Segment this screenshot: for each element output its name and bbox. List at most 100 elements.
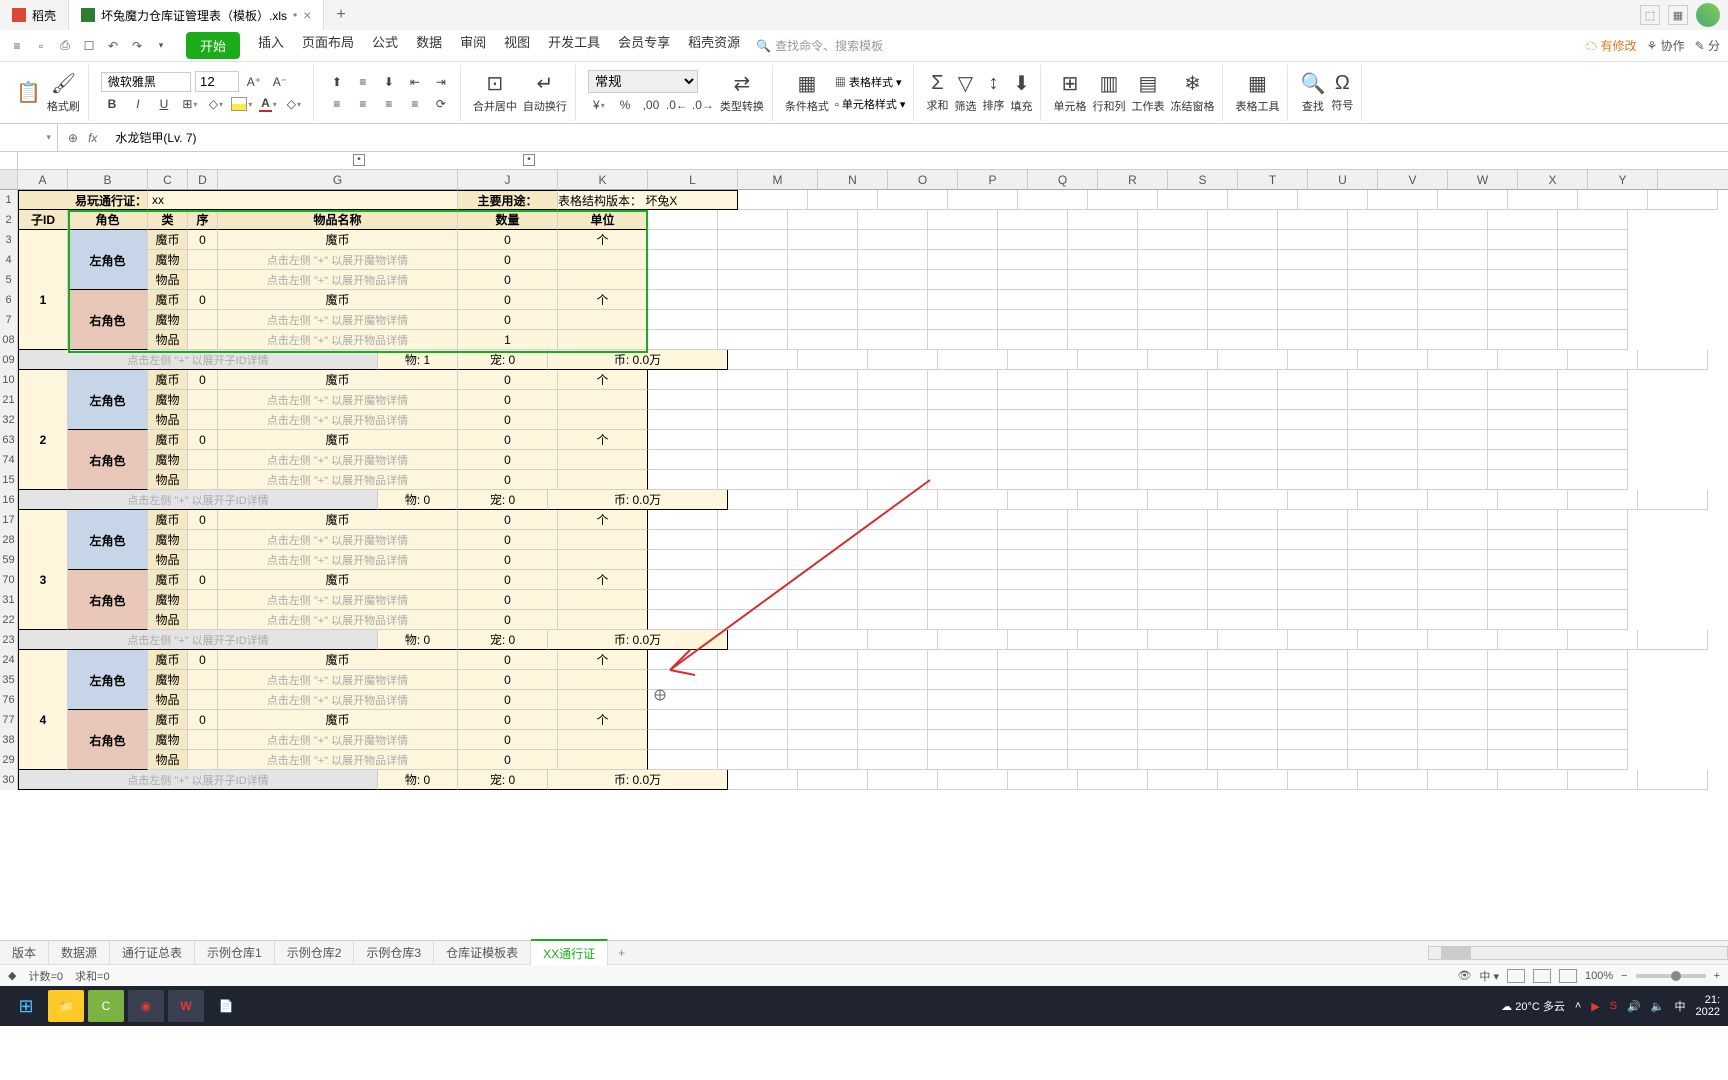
col-D[interactable]: D: [188, 170, 218, 189]
tab-file[interactable]: 坏兔魔力仓库证管理表（模板）.xls • ×: [69, 0, 324, 30]
filter-button[interactable]: ▽筛选: [954, 71, 976, 114]
menu-icon[interactable]: ≡: [8, 39, 26, 53]
col-C[interactable]: C: [148, 170, 188, 189]
fill-color-icon[interactable]: [231, 94, 253, 114]
hscrollbar[interactable]: [1428, 946, 1728, 960]
sheet-tab[interactable]: 仓库证模板表: [434, 940, 531, 965]
tab-home[interactable]: 稻壳: [0, 0, 69, 30]
sheet-tab[interactable]: 版本: [0, 940, 49, 965]
tab-resource[interactable]: 稻壳资源: [688, 32, 740, 59]
align-top-icon[interactable]: ⬆: [326, 72, 348, 92]
formula-input[interactable]: 水龙铠甲(Lv. 7): [107, 129, 1728, 146]
undo-icon[interactable]: ↶: [104, 39, 122, 53]
share-button[interactable]: ✎ 分: [1695, 37, 1720, 54]
conditional-format[interactable]: ▦条件格式: [785, 71, 829, 114]
zoom-in[interactable]: +: [1714, 970, 1720, 982]
coop-button[interactable]: ⚘ 协作: [1646, 37, 1684, 54]
outline-handle[interactable]: •: [353, 154, 365, 166]
col-P[interactable]: P: [958, 170, 1028, 189]
decrease-font-icon[interactable]: A⁻: [269, 72, 291, 92]
tray-volume-icon[interactable]: 🔊: [1627, 1000, 1641, 1013]
name-box[interactable]: [0, 124, 58, 151]
percent-icon[interactable]: %: [614, 95, 636, 115]
rowcol-button[interactable]: ▥行和列: [1092, 71, 1125, 114]
col-R[interactable]: R: [1098, 170, 1168, 189]
grid[interactable]: A B C D G J K L M N O P Q R S T U V W X …: [0, 170, 1728, 940]
tab-start[interactable]: 开始: [186, 32, 240, 59]
col-G[interactable]: G: [218, 170, 458, 189]
sort-button[interactable]: ↕排序: [982, 72, 1004, 113]
close-icon[interactable]: ×: [303, 7, 311, 23]
tab-formula[interactable]: 公式: [372, 32, 398, 59]
window-mode-icon[interactable]: ⬚: [1640, 5, 1660, 25]
command-search[interactable]: 🔍 查找命令、搜索模板: [756, 37, 883, 54]
italic-icon[interactable]: I: [127, 94, 149, 114]
notepad-icon[interactable]: 📄: [208, 990, 244, 1022]
col-N[interactable]: N: [818, 170, 888, 189]
align-left-icon[interactable]: ≡: [326, 94, 348, 114]
col-A[interactable]: A: [18, 170, 68, 189]
align-mid-icon[interactable]: ≡: [352, 72, 374, 92]
add-sheet-button[interactable]: +: [608, 946, 635, 960]
explorer-icon[interactable]: 📁: [48, 990, 84, 1022]
align-right-icon[interactable]: ≡: [378, 94, 400, 114]
col-U[interactable]: U: [1308, 170, 1378, 189]
format-painter[interactable]: 🖌格式刷: [47, 71, 80, 114]
indent-dec-icon[interactable]: ⇤: [404, 72, 426, 92]
comma-icon[interactable]: ,00: [640, 95, 662, 115]
preview-icon[interactable]: ☐: [80, 39, 98, 53]
tray-net-icon[interactable]: 🔈: [1651, 1000, 1665, 1013]
col-T[interactable]: T: [1238, 170, 1308, 189]
number-format-select[interactable]: 常规: [588, 70, 698, 93]
zoom-slider[interactable]: [1636, 974, 1706, 978]
tab-review[interactable]: 审阅: [460, 32, 486, 59]
select-all[interactable]: [0, 170, 18, 189]
new-tab-button[interactable]: +: [324, 6, 357, 24]
col-J[interactable]: J: [458, 170, 558, 189]
tab-member[interactable]: 会员专享: [618, 32, 670, 59]
start-button[interactable]: ⊞: [8, 990, 44, 1022]
sheet-tab[interactable]: 示例仓库3: [354, 940, 434, 965]
cloud-status[interactable]: ☁ 有修改: [1585, 37, 1636, 54]
size-select[interactable]: [195, 71, 239, 92]
view-page-icon[interactable]: [1533, 969, 1551, 983]
cell-style[interactable]: ▫ 单元格样式 ▾: [835, 96, 906, 112]
view-break-icon[interactable]: [1559, 969, 1577, 983]
border-icon[interactable]: ⊞: [179, 94, 201, 114]
tab-dev[interactable]: 开发工具: [548, 32, 600, 59]
sheet-button[interactable]: ▤工作表: [1131, 71, 1164, 114]
col-L[interactable]: L: [648, 170, 738, 189]
window-grid-icon[interactable]: ▦: [1668, 5, 1688, 25]
font-color-icon[interactable]: A: [257, 94, 279, 114]
sheet-tab[interactable]: 数据源: [49, 940, 110, 965]
col-X[interactable]: X: [1518, 170, 1588, 189]
tray-icon[interactable]: S: [1610, 1000, 1617, 1012]
currency-icon[interactable]: ¥: [588, 95, 610, 115]
clear-icon[interactable]: ◇: [283, 94, 305, 114]
type-convert[interactable]: ⇄类型转换: [720, 71, 764, 114]
col-Q[interactable]: Q: [1028, 170, 1098, 189]
align-justify-icon[interactable]: ≡: [404, 94, 426, 114]
tab-layout[interactable]: 页面布局: [302, 32, 354, 59]
tab-insert[interactable]: 插入: [258, 32, 284, 59]
print-icon[interactable]: ⎙: [56, 38, 74, 53]
avatar[interactable]: [1696, 3, 1720, 27]
tabletool-button[interactable]: ▦表格工具: [1235, 71, 1279, 114]
sheet-tab[interactable]: 示例仓库1: [195, 940, 275, 965]
tray-icon[interactable]: ▶: [1591, 1000, 1599, 1013]
tray-chevron-icon[interactable]: ˄: [1575, 1000, 1581, 1012]
fx-icon[interactable]: fx: [88, 131, 97, 145]
sheet-tab[interactable]: 通行证总表: [110, 940, 195, 965]
font-select[interactable]: [101, 72, 191, 92]
col-M[interactable]: M: [738, 170, 818, 189]
freeze-button[interactable]: ❄冻结窗格: [1170, 71, 1214, 114]
lang-icon[interactable]: 中 ▾: [1479, 968, 1499, 984]
wps-icon[interactable]: W: [168, 990, 204, 1022]
clock[interactable]: 21:2022: [1696, 994, 1720, 1018]
dropdown-icon[interactable]: ▾: [152, 40, 170, 51]
indent-inc-icon[interactable]: ⇥: [430, 72, 452, 92]
wrap-button[interactable]: ↵自动换行: [523, 71, 567, 114]
col-S[interactable]: S: [1168, 170, 1238, 189]
app-icon[interactable]: C: [88, 990, 124, 1022]
merge-button[interactable]: ⊡合并居中: [473, 71, 517, 114]
